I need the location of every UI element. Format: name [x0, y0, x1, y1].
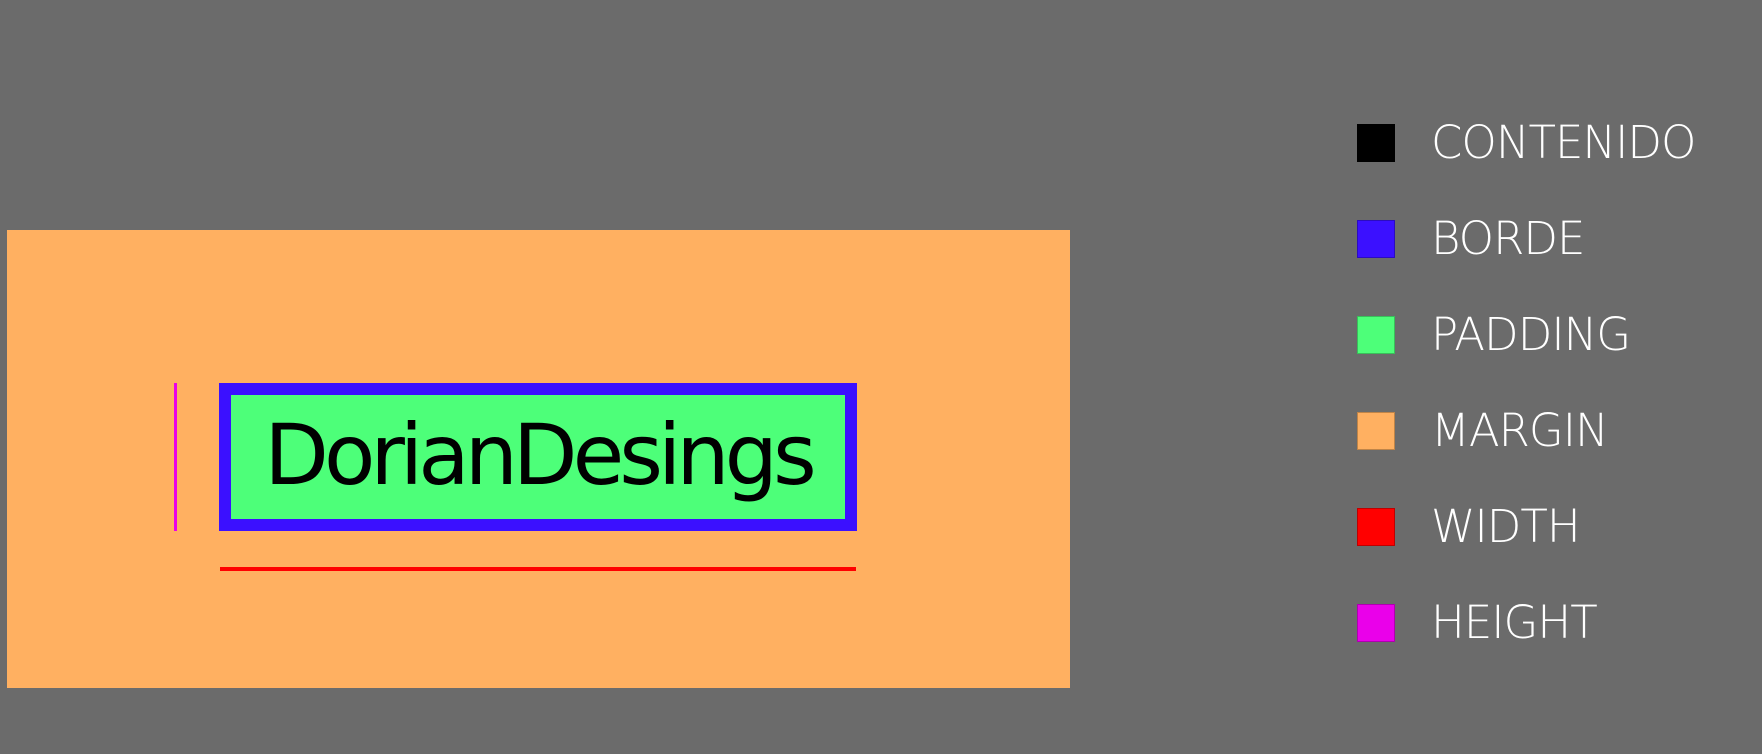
- legend-swatch-contenido: [1357, 124, 1395, 162]
- legend-item-padding: PADDING: [1357, 310, 1737, 406]
- legend-item-borde: BORDE: [1357, 214, 1737, 310]
- legend-swatch-width: [1357, 508, 1395, 546]
- height-indicator-line: [174, 383, 177, 531]
- legend-swatch-padding: [1357, 316, 1395, 354]
- border-box: DorianDesings: [219, 383, 857, 531]
- legend-label-padding: PADDING: [1431, 308, 1631, 361]
- legend-label-contenido: CONTENIDO: [1431, 116, 1696, 169]
- legend-item-height: HEIGHT: [1357, 598, 1737, 694]
- width-indicator-line: [220, 567, 856, 571]
- legend-item-contenido: CONTENIDO: [1357, 118, 1737, 214]
- legend-swatch-height: [1357, 604, 1395, 642]
- legend-label-height: HEIGHT: [1431, 596, 1598, 649]
- legend-item-width: WIDTH: [1357, 502, 1737, 598]
- padding-box: DorianDesings: [231, 395, 845, 519]
- legend-label-width: WIDTH: [1431, 500, 1581, 553]
- legend-label-margin: MARGIN: [1431, 404, 1609, 457]
- legend-item-margin: MARGIN: [1357, 406, 1737, 502]
- legend-swatch-margin: [1357, 412, 1395, 450]
- legend-swatch-borde: [1357, 220, 1395, 258]
- legend-label-borde: BORDE: [1431, 212, 1585, 265]
- legend: CONTENIDO BORDE PADDING MARGIN WIDTH HEI…: [1357, 118, 1737, 694]
- content-text: DorianDesings: [264, 406, 816, 504]
